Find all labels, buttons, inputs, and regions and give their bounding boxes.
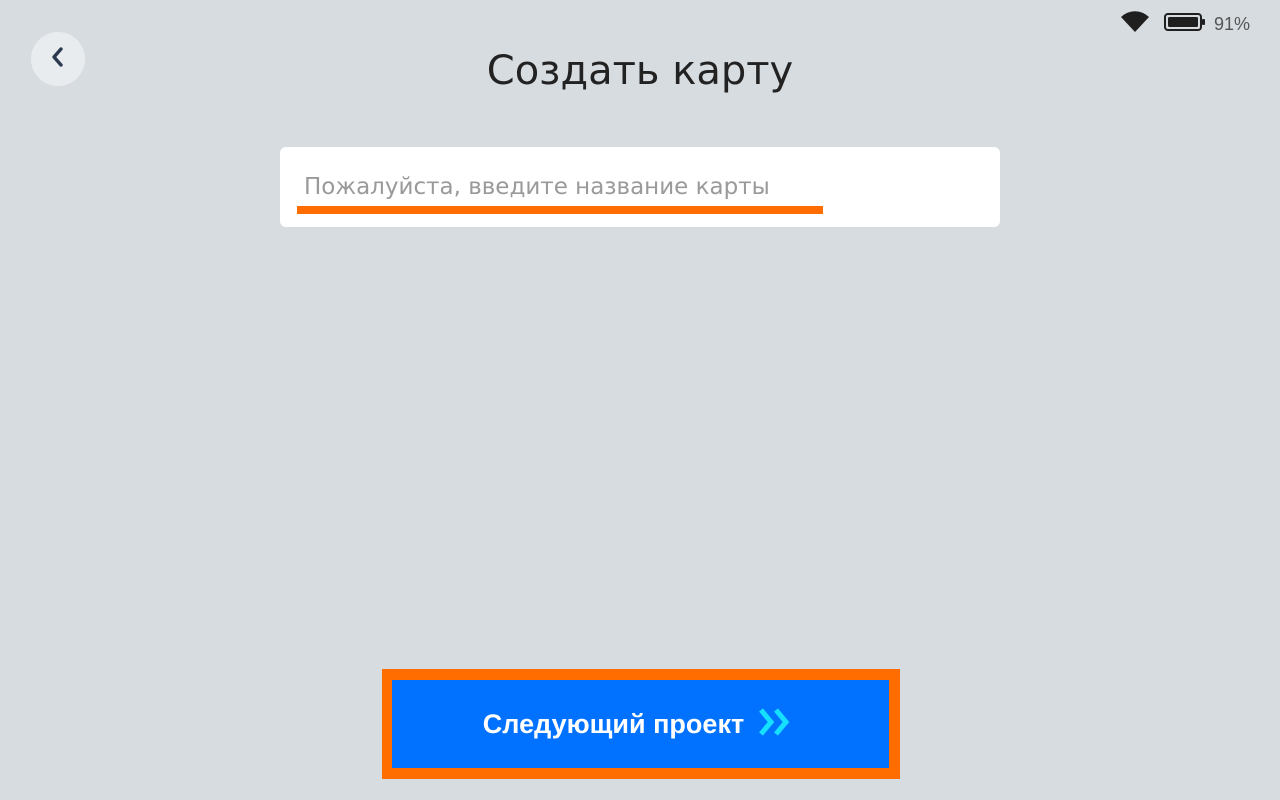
page-title: Создать карту — [486, 48, 794, 94]
battery-icon — [1163, 12, 1206, 37]
wifi-icon — [1120, 10, 1150, 39]
double-chevron-right-icon — [758, 706, 798, 743]
next-project-label: Следующий проект — [482, 708, 745, 739]
input-highlight-underline — [297, 206, 823, 214]
map-name-input[interactable] — [304, 147, 974, 227]
next-project-button[interactable]: Следующий проект — [392, 680, 889, 768]
battery-percent: 91% — [1213, 14, 1250, 34]
status-bar: 91% — [1120, 10, 1250, 39]
battery-indicator: 91% — [1163, 12, 1250, 37]
map-name-field[interactable] — [280, 147, 1000, 227]
